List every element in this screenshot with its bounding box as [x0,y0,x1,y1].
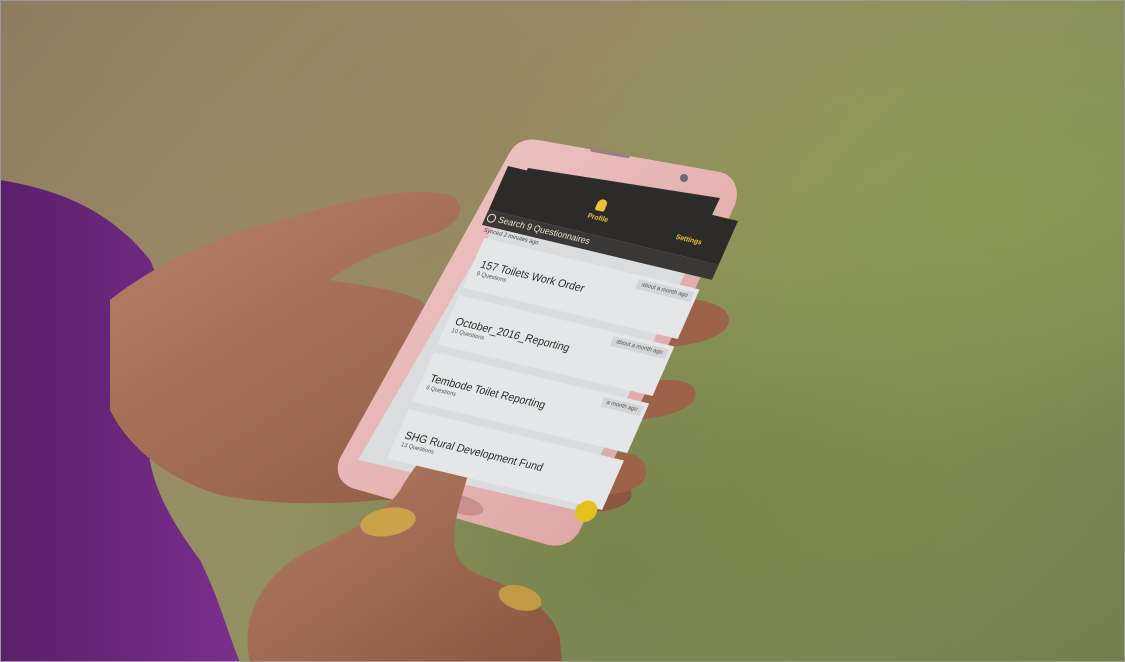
tab-profile[interactable]: Profile [586,213,609,224]
person-icon [594,198,609,212]
search-icon [485,212,498,224]
card-date-badge: a month ago [599,396,644,416]
phone-camera [680,174,688,182]
photo-scene: Profile Settings Search 9 Questionnaires… [0,0,1125,662]
card-date-badge: about a month ago [634,279,695,302]
card-date-badge: about a month ago [609,336,669,359]
tab-settings[interactable]: Settings [674,234,702,247]
